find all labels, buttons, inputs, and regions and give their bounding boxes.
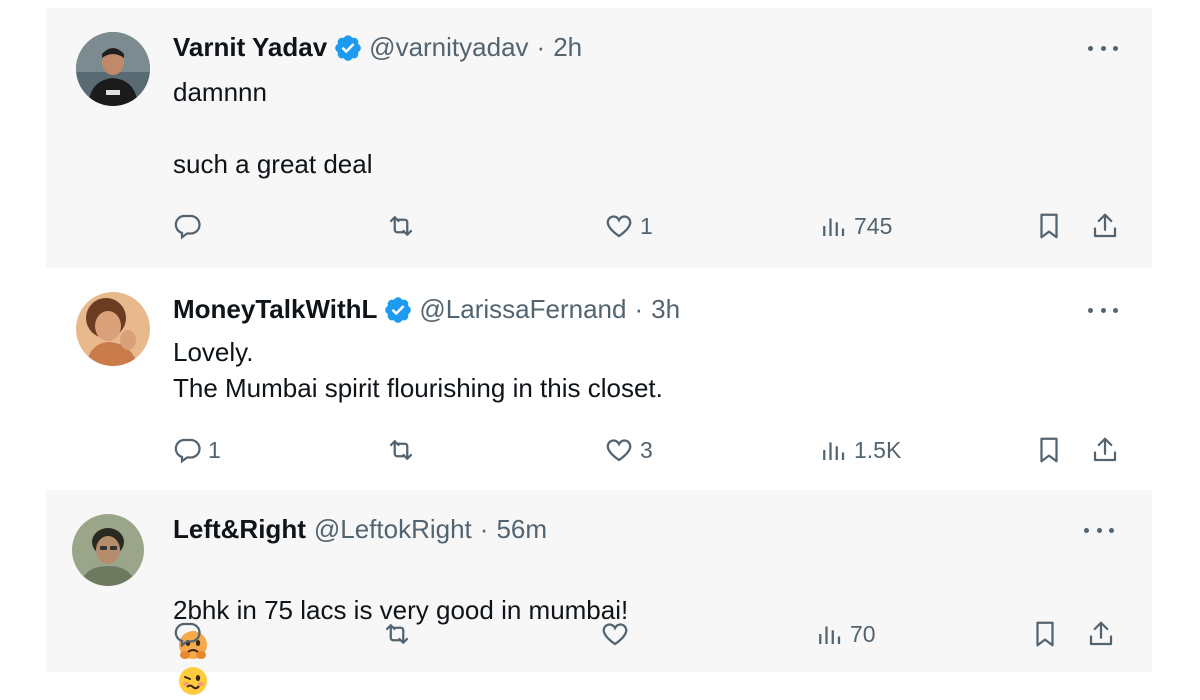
user-handle[interactable]: @LeftokRight bbox=[314, 514, 472, 545]
more-options-icon[interactable] bbox=[1088, 300, 1118, 320]
heart-icon bbox=[606, 439, 632, 462]
avatar[interactable] bbox=[76, 292, 150, 366]
woozy-face-emoji-icon bbox=[179, 667, 207, 695]
tweet-text: damnnn such a great deal bbox=[173, 77, 373, 179]
share-icon bbox=[1089, 621, 1113, 646]
heart-icon bbox=[606, 215, 632, 238]
share-button[interactable] bbox=[1086, 614, 1116, 654]
retweet-icon bbox=[385, 624, 409, 644]
like-button[interactable]: 1 bbox=[604, 206, 653, 246]
share-button[interactable] bbox=[1090, 206, 1120, 246]
user-handle[interactable]: @LarissaFernand bbox=[419, 294, 626, 325]
verified-badge-icon bbox=[335, 34, 361, 61]
tweet-header: MoneyTalkWithL @LarissaFernand · 3h bbox=[173, 294, 680, 325]
views-button[interactable]: 745 bbox=[818, 206, 892, 246]
timestamp[interactable]: 2h bbox=[553, 32, 582, 63]
reply-icon bbox=[174, 438, 201, 464]
like-count: 3 bbox=[640, 436, 653, 463]
timestamp[interactable]: 3h bbox=[651, 294, 680, 325]
user-handle[interactable]: @varnityadav bbox=[369, 32, 528, 63]
avatar[interactable] bbox=[76, 32, 150, 106]
reply-button[interactable] bbox=[172, 206, 208, 246]
bookmark-icon bbox=[1040, 213, 1058, 239]
heart-icon bbox=[602, 623, 628, 646]
reply-button[interactable]: 1 bbox=[172, 430, 221, 470]
retweet-icon bbox=[389, 440, 413, 460]
bookmark-button[interactable] bbox=[1034, 430, 1064, 470]
view-count: 70 bbox=[850, 620, 876, 647]
share-button[interactable] bbox=[1090, 430, 1120, 470]
display-name[interactable]: MoneyTalkWithL bbox=[173, 294, 377, 325]
display-name[interactable]: Left&Right bbox=[173, 514, 306, 545]
views-button[interactable]: 70 bbox=[814, 614, 876, 654]
separator-dot: · bbox=[634, 294, 644, 324]
person-avatar-icon bbox=[76, 32, 150, 106]
tweet-header: Left&Right @LeftokRight · 56m bbox=[173, 514, 547, 545]
view-count: 745 bbox=[854, 212, 893, 239]
timestamp[interactable]: 56m bbox=[496, 514, 547, 545]
tweet-card[interactable]: MoneyTalkWithL @LarissaFernand · 3h Love… bbox=[46, 270, 1152, 488]
reply-icon bbox=[174, 622, 201, 648]
separator-dot: · bbox=[536, 32, 546, 62]
reply-icon bbox=[174, 214, 201, 240]
views-chart-icon bbox=[819, 626, 841, 644]
person-avatar-icon bbox=[72, 514, 144, 586]
action-bar: 1 3 1.5K bbox=[46, 430, 1152, 470]
separator-dot: · bbox=[479, 514, 489, 544]
action-bar: 70 bbox=[46, 614, 1152, 654]
views-chart-icon bbox=[823, 442, 845, 460]
retweet-icon bbox=[389, 216, 413, 236]
like-button[interactable]: 3 bbox=[604, 430, 653, 470]
verified-badge-icon bbox=[385, 296, 412, 323]
bookmark-icon bbox=[1040, 437, 1058, 463]
view-count: 1.5K bbox=[854, 436, 902, 463]
tweet-text: Lovely. The Mumbai spirit flourishing in… bbox=[173, 337, 663, 403]
display-name[interactable]: Varnit Yadav bbox=[173, 32, 327, 63]
avatar[interactable] bbox=[72, 514, 144, 586]
more-options-icon[interactable] bbox=[1088, 38, 1118, 58]
tweet-card[interactable]: Varnit Yadav @varnityadav · 2h damnnn su… bbox=[46, 8, 1152, 268]
like-button[interactable] bbox=[600, 614, 636, 654]
bookmark-button[interactable] bbox=[1034, 206, 1064, 246]
reply-count: 1 bbox=[208, 436, 221, 463]
more-options-icon[interactable] bbox=[1084, 520, 1114, 540]
share-icon bbox=[1093, 213, 1117, 238]
tweet-header: Varnit Yadav @varnityadav · 2h bbox=[173, 32, 582, 63]
bookmark-icon bbox=[1036, 621, 1054, 647]
retweet-button[interactable] bbox=[382, 614, 418, 654]
retweet-button[interactable] bbox=[386, 206, 422, 246]
tweet-card[interactable]: Left&Right @LeftokRight · 56m 2bhk in 75… bbox=[46, 490, 1152, 695]
like-count: 1 bbox=[640, 212, 653, 239]
share-icon bbox=[1093, 437, 1117, 462]
reply-button[interactable] bbox=[172, 614, 208, 654]
views-button[interactable]: 1.5K bbox=[818, 430, 901, 470]
views-chart-icon bbox=[823, 218, 845, 236]
action-bar: 1 745 bbox=[46, 206, 1152, 246]
bookmark-button[interactable] bbox=[1030, 614, 1060, 654]
person-avatar-icon bbox=[76, 292, 150, 366]
retweet-button[interactable] bbox=[386, 430, 422, 470]
